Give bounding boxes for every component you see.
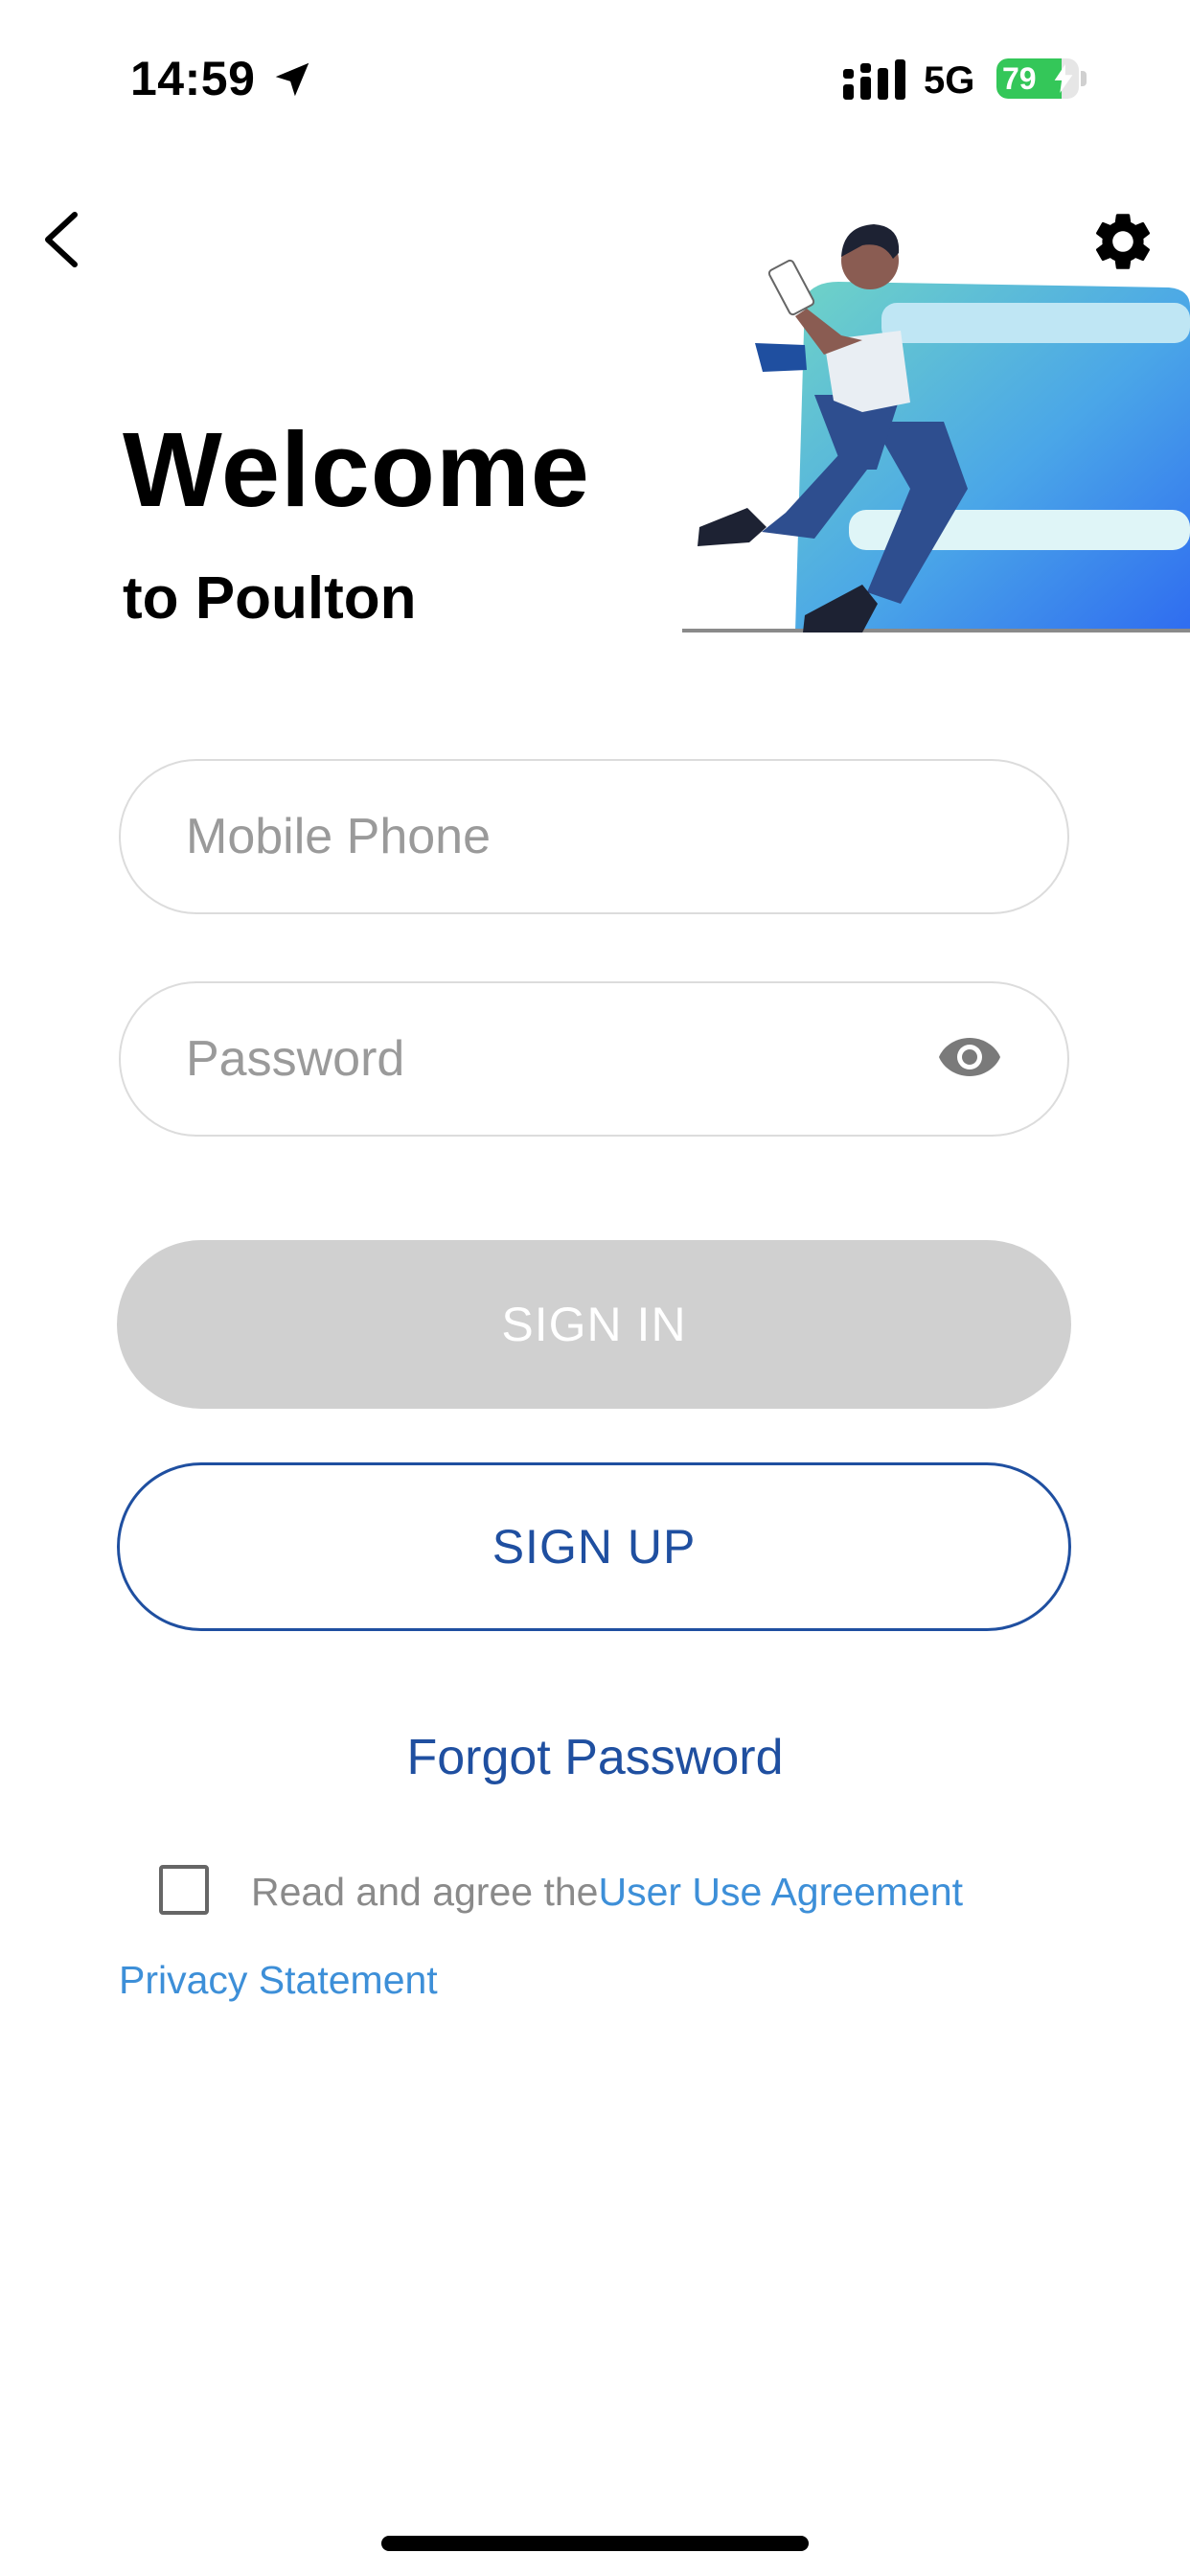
hero-illustration [682, 224, 1190, 632]
password-field[interactable] [119, 981, 1069, 1137]
home-indicator[interactable] [381, 2536, 809, 2551]
forgot-password-link[interactable]: Forgot Password [0, 1727, 1190, 1788]
agreement-prefix: Read and agree the [251, 1870, 599, 1914]
location-arrow-icon [275, 62, 309, 97]
eye-icon[interactable] [937, 1034, 1002, 1080]
mobile-phone-field[interactable] [119, 759, 1069, 914]
sign-in-button[interactable]: SIGN IN [117, 1240, 1071, 1409]
battery-percent: 79 [1002, 61, 1037, 96]
agreement-checkbox[interactable] [159, 1865, 209, 1915]
welcome-subtitle: to Poulton [123, 565, 417, 632]
agreement-text: Read and agree theUser Use Agreement [251, 1865, 963, 1919]
battery-cap [1081, 71, 1087, 86]
network-type: 5G [924, 59, 975, 102]
sign-up-button[interactable]: SIGN UP [117, 1462, 1071, 1631]
welcome-title: Welcome [123, 411, 590, 529]
status-time: 14:59 [130, 52, 256, 105]
charging-bolt-icon [1054, 64, 1073, 93]
privacy-statement-link[interactable]: Privacy Statement [119, 1953, 438, 2007]
cellular-signal-icon [843, 59, 905, 100]
password-input[interactable] [186, 983, 952, 1135]
chevron-left-icon[interactable] [38, 209, 86, 270]
battery-indicator: 79 [996, 58, 1079, 99]
user-agreement-link[interactable]: User Use Agreement [598, 1870, 963, 1914]
mobile-phone-input[interactable] [186, 761, 952, 912]
